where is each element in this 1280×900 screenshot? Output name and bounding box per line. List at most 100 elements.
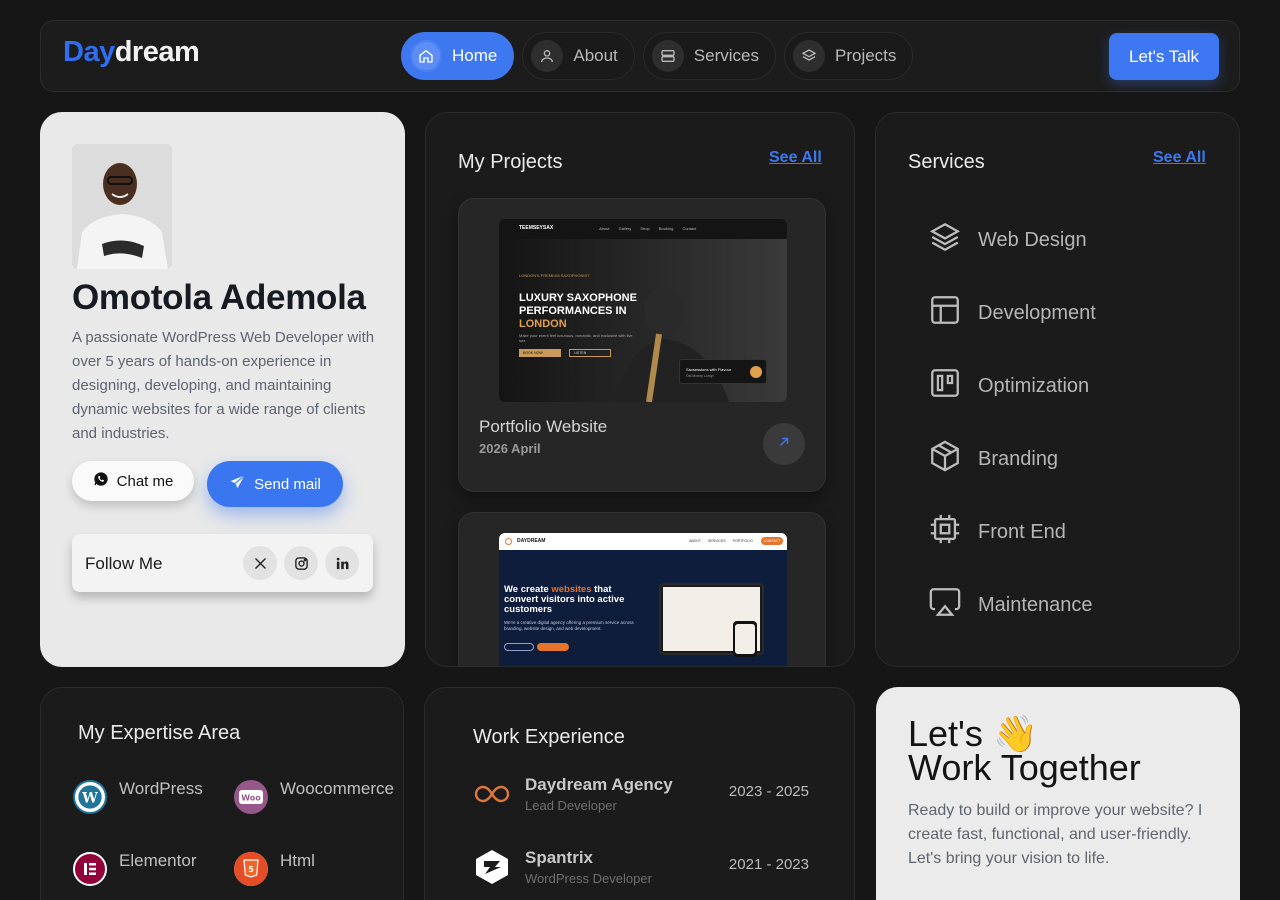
job-company: Spantrix xyxy=(525,848,594,867)
project-card[interactable]: DAYDREAM ABOUT SERVICES PORTFOLIO CONTAC… xyxy=(458,512,826,666)
project-thumbnail: DAYDREAM ABOUT SERVICES PORTFOLIO CONTAC… xyxy=(499,533,787,666)
nav-item-services[interactable]: Services xyxy=(642,32,776,80)
woocommerce-icon: Woo xyxy=(234,780,268,814)
nav-item-label: About xyxy=(573,46,618,65)
svg-text:Woo: Woo xyxy=(241,794,261,803)
job-company: Daydream Agency xyxy=(525,775,673,794)
skill-label: WordPress xyxy=(119,779,203,798)
service-item-front-end[interactable]: Front End xyxy=(928,512,1066,552)
thumb-menu: About Gallery Shop Booking Contact xyxy=(599,226,696,231)
whatsapp-icon xyxy=(93,471,109,491)
job-item: Spantrix WordPress Developer 2021 - 2023 xyxy=(473,848,809,892)
lets-talk-button[interactable]: Let's Talk xyxy=(1109,33,1219,80)
user-icon xyxy=(531,40,564,72)
work-together-card: Let's 👋 Work Together Ready to build or … xyxy=(876,687,1240,900)
x-icon[interactable] xyxy=(243,546,277,580)
thumb-headline: We create websites that convert visitors… xyxy=(504,585,639,615)
send-icon xyxy=(229,474,246,495)
thumb-book-button: BOOK NOW xyxy=(519,349,561,357)
thumb-menu-item: About xyxy=(599,226,610,231)
cpu-icon xyxy=(928,512,962,552)
follow-me-label: Follow Me xyxy=(85,554,163,573)
instagram-icon[interactable] xyxy=(284,546,318,580)
profile-name: Omotola Ademola xyxy=(72,278,366,317)
kanban-icon xyxy=(928,366,962,406)
service-label: Front End xyxy=(978,520,1066,543)
skill-item-html: 5 Html xyxy=(234,851,315,886)
thumb-body: Make your event feel luxurious, romantic… xyxy=(519,333,633,343)
projects-card: My Projects See All TEEMSEYSAX About Gal… xyxy=(425,112,855,667)
work-title: Work Experience xyxy=(473,726,625,748)
thumb-menu-item: SERVICES xyxy=(707,539,726,543)
work-together-heading: Let's 👋 Work Together xyxy=(908,716,1141,786)
nav-item-label: Services xyxy=(693,46,759,65)
airplay-icon xyxy=(928,585,962,625)
logo-part-dream: dream xyxy=(114,36,200,68)
infinity-icon xyxy=(473,775,511,813)
service-item-maintenance[interactable]: Maintenance xyxy=(928,585,1093,625)
nav-item-label: Home xyxy=(452,46,498,65)
work-experience-card: Work Experience Daydream Agency Lead Dev… xyxy=(424,687,855,900)
send-mail-button[interactable]: Send mail xyxy=(207,461,343,507)
thumb-headline-2: PERFORMANCES IN xyxy=(519,305,627,317)
nav-links: Home About Services Projects xyxy=(401,32,914,80)
work-together-text: Ready to build or improve your website? … xyxy=(908,802,1203,867)
arrow-up-right-icon xyxy=(777,435,791,454)
top-navbar: Daydream Home About Services Projects Le… xyxy=(40,20,1240,92)
layers-icon xyxy=(792,40,825,72)
nav-item-home[interactable]: Home xyxy=(401,32,515,80)
service-item-web-design[interactable]: Web Design xyxy=(928,220,1087,260)
wordpress-icon: W xyxy=(73,780,107,814)
thumb-listen-button: LISTEN xyxy=(569,349,611,357)
project-open-button[interactable] xyxy=(763,423,805,465)
services-title: Services xyxy=(908,151,985,173)
elementor-icon xyxy=(73,852,107,886)
spantrix-icon xyxy=(473,848,511,886)
services-see-all-link[interactable]: See All xyxy=(1153,149,1206,167)
job-item: Daydream Agency Lead Developer 2023 - 20… xyxy=(473,775,809,819)
job-role: WordPress Developer xyxy=(525,871,652,886)
thumb-contact-button: CONTACT xyxy=(761,537,783,545)
logo[interactable]: Daydream xyxy=(63,36,200,69)
service-item-optimization[interactable]: Optimization xyxy=(928,366,1089,406)
service-label: Development xyxy=(978,301,1096,324)
project-card[interactable]: TEEMSEYSAX About Gallery Shop Booking Co… xyxy=(458,198,826,492)
chat-me-label: Chat me xyxy=(116,472,174,490)
profile-bio: A passionate WordPress Web Developer wit… xyxy=(72,329,375,442)
service-item-branding[interactable]: Branding xyxy=(928,439,1058,479)
thumb-menu-item: ABOUT xyxy=(689,539,701,543)
services-card: Services See All Web Design Development … xyxy=(875,112,1240,667)
home-icon xyxy=(410,40,442,72)
skill-label: Elementor xyxy=(119,851,197,870)
thumb-brand: DAYDREAM xyxy=(517,538,546,544)
chat-me-button[interactable]: Chat me xyxy=(72,461,194,501)
projects-see-all-link[interactable]: See All xyxy=(769,149,822,167)
thumb-audio-title: Saxsessions with Flavour xyxy=(686,367,732,372)
avatar xyxy=(72,144,172,269)
service-item-development[interactable]: Development xyxy=(928,293,1096,333)
linkedin-icon[interactable] xyxy=(325,546,359,580)
thumb-menu-item: Gallery xyxy=(618,226,632,231)
service-label: Maintenance xyxy=(978,593,1093,616)
skill-label: Woocommerce xyxy=(280,779,394,798)
layout-icon xyxy=(928,293,962,333)
thumb-body: We're a creative digital agency offering… xyxy=(504,620,634,631)
profile-card: Omotola Ademola A passionate WordPress W… xyxy=(40,112,405,667)
nav-item-projects[interactable]: Projects xyxy=(783,32,914,80)
thumb-kicker: LONDON'S PREMIUM SAXOPHONIST xyxy=(519,273,590,278)
thumb-menu-item: Contact xyxy=(682,226,697,231)
thumb-menu-item: Booking xyxy=(658,226,674,231)
nav-item-about[interactable]: About xyxy=(522,32,635,80)
thumb-headline-3: LONDON xyxy=(519,318,567,330)
thumb-brand: TEEMSEYSAX xyxy=(519,225,554,231)
skill-item-elementor: Elementor xyxy=(73,851,196,886)
service-label: Branding xyxy=(978,447,1059,470)
svg-text:5: 5 xyxy=(248,865,254,874)
svg-text:W: W xyxy=(81,790,98,806)
box-icon xyxy=(928,439,962,479)
project-thumbnail: TEEMSEYSAX About Gallery Shop Booking Co… xyxy=(499,219,787,402)
thumb-menu: ABOUT SERVICES PORTFOLIO xyxy=(689,539,753,543)
thumb-headline-1: LUXURY SAXOPHONE xyxy=(519,292,637,304)
thumb-audio-card: Saxsessions with Flavour Old Money Lordy… xyxy=(679,359,767,384)
server-icon xyxy=(651,40,684,72)
